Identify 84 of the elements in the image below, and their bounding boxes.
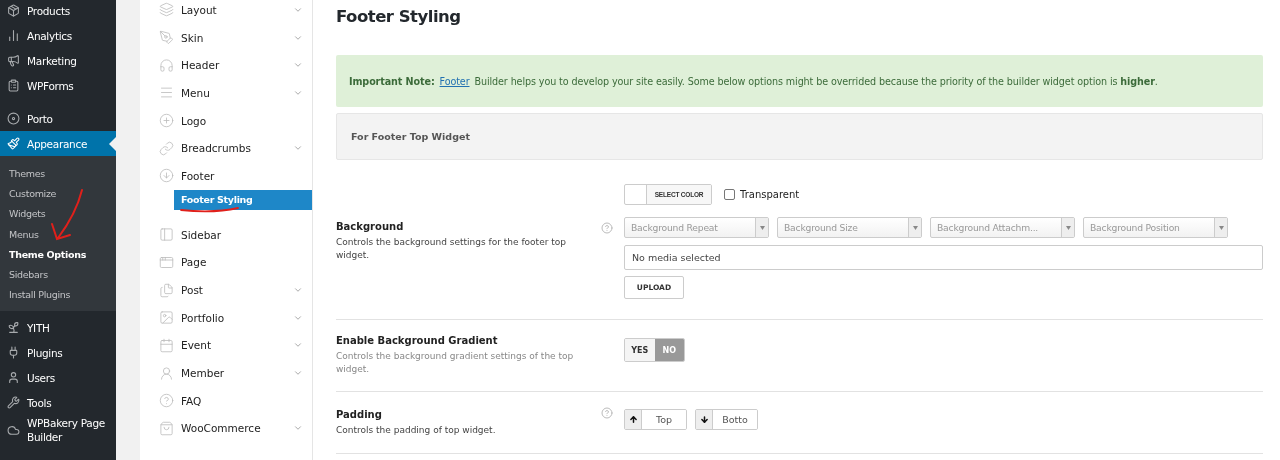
- field-description: Controls the background settings for the footer top widget.: [336, 236, 567, 262]
- field-label: Enable Background Gradient: [336, 335, 499, 346]
- cloud-icon: [7, 423, 20, 437]
- nav-item[interactable]: Menu: [140, 79, 312, 107]
- field-label: Background: [336, 221, 405, 232]
- arrow-down-icon: [699, 415, 709, 424]
- footer-link[interactable]: Footer: [439, 75, 470, 87]
- nav-item[interactable]: Post: [140, 276, 312, 304]
- dropdown-arrow-icon: [759, 225, 765, 230]
- layers-icon: [159, 2, 174, 18]
- megaphone-icon: [7, 54, 20, 67]
- media-field[interactable]: No media selected: [624, 245, 1263, 270]
- submenu-item[interactable]: Menus: [0, 223, 116, 245]
- box-icon: [7, 4, 20, 17]
- admin-menu-item[interactable]: Analytics: [0, 23, 116, 48]
- nav-subitem[interactable]: Footer Styling: [174, 189, 312, 210]
- nav-item[interactable]: Logo: [140, 106, 312, 135]
- admin-menu-item[interactable]: Marketing: [0, 48, 116, 73]
- help-icon: [159, 393, 174, 409]
- nav-item[interactable]: WooCommerce: [140, 414, 312, 443]
- field-description: Controls the background gradient settings of the top widget.: [336, 350, 575, 376]
- calendar-icon: [159, 337, 174, 353]
- image-icon: [159, 310, 174, 326]
- arrow-up-icon: [628, 415, 638, 424]
- bag-icon: [159, 420, 174, 436]
- nav-item[interactable]: Member: [140, 359, 312, 387]
- dropdown-arrow-icon: [1218, 225, 1224, 230]
- submenu-item[interactable]: Install Plugins: [0, 284, 116, 306]
- help-icon[interactable]: [601, 222, 613, 234]
- admin-menu-item[interactable]: Porto: [0, 106, 116, 131]
- field-label: Padding: [336, 409, 383, 420]
- field-description: Controls the padding of top widget.: [336, 424, 497, 437]
- admin-menu-item[interactable]: WPForms: [0, 73, 116, 98]
- window-icon: [159, 254, 174, 270]
- dimension-field[interactable]: Botto: [695, 409, 758, 430]
- admin-menu-item[interactable]: Products: [0, 0, 116, 23]
- sprout-icon: [7, 321, 20, 335]
- plug-icon: [7, 346, 20, 360]
- admin-menu-item[interactable]: WPBakery Page Builder: [0, 415, 116, 446]
- nav-item[interactable]: Breadcrumbs: [140, 134, 312, 163]
- pen-icon: [159, 30, 174, 46]
- user-icon: [159, 365, 174, 381]
- nav-item[interactable]: Portfolio: [140, 303, 312, 332]
- toggle-option[interactable]: YES: [625, 339, 655, 361]
- headphones-icon: [159, 57, 174, 73]
- wrench-icon: [7, 396, 20, 410]
- admin-menu-item[interactable]: Users: [0, 365, 116, 391]
- submenu-item[interactable]: Theme Options: [0, 244, 116, 265]
- admin-menu-item[interactable]: Plugins: [0, 340, 116, 366]
- sidebar-icon: [159, 227, 174, 243]
- help-icon[interactable]: [601, 407, 613, 419]
- transparent-checkbox[interactable]: Transparent: [724, 189, 800, 200]
- submenu-item[interactable]: Sidebars: [0, 264, 116, 285]
- nav-item[interactable]: Skin: [140, 23, 312, 52]
- page-title: Footer Styling: [336, 7, 462, 28]
- nav-item[interactable]: FAQ: [140, 386, 312, 415]
- arrow-down-circle-icon: [159, 168, 174, 184]
- paintbrush-icon: [7, 137, 20, 150]
- notice-text: Important Note: Footer Builder helps you to develop your site easily. Some below options might be overrided because the priority of the builder widget option is higher.: [336, 55, 1263, 107]
- nav-item[interactable]: Footer: [140, 162, 312, 190]
- nav-item[interactable]: Page: [140, 248, 312, 277]
- nav-item[interactable]: Header: [140, 51, 312, 80]
- dropdown-arrow-icon: [1065, 225, 1071, 230]
- plus-circle-icon: [159, 113, 174, 129]
- nav-item[interactable]: Layout: [140, 0, 312, 24]
- disc-icon: [7, 112, 20, 125]
- submenu-item[interactable]: Widgets: [0, 203, 116, 224]
- nav-item[interactable]: Sidebar: [140, 220, 312, 249]
- user-icon: [7, 371, 20, 385]
- hand-drawn-underline: [180, 206, 240, 213]
- dimension-field[interactable]: Top: [624, 409, 687, 430]
- menu-icon: [159, 85, 174, 101]
- section-heading: For Footer Top Widget: [336, 113, 1263, 160]
- files-icon: [159, 282, 174, 298]
- dropdown-arrow-icon: [912, 225, 918, 230]
- admin-menu-item[interactable]: YITH: [0, 315, 116, 341]
- bar-chart-icon: [7, 29, 20, 42]
- form-icon: [7, 79, 20, 92]
- link-icon: [159, 140, 174, 156]
- submenu-item[interactable]: Themes: [0, 163, 116, 184]
- admin-menu-item[interactable]: Appearance: [0, 131, 116, 156]
- submenu-item[interactable]: Customize: [0, 183, 116, 204]
- admin-menu-item[interactable]: Tools: [0, 390, 116, 416]
- nav-item[interactable]: Event: [140, 331, 312, 360]
